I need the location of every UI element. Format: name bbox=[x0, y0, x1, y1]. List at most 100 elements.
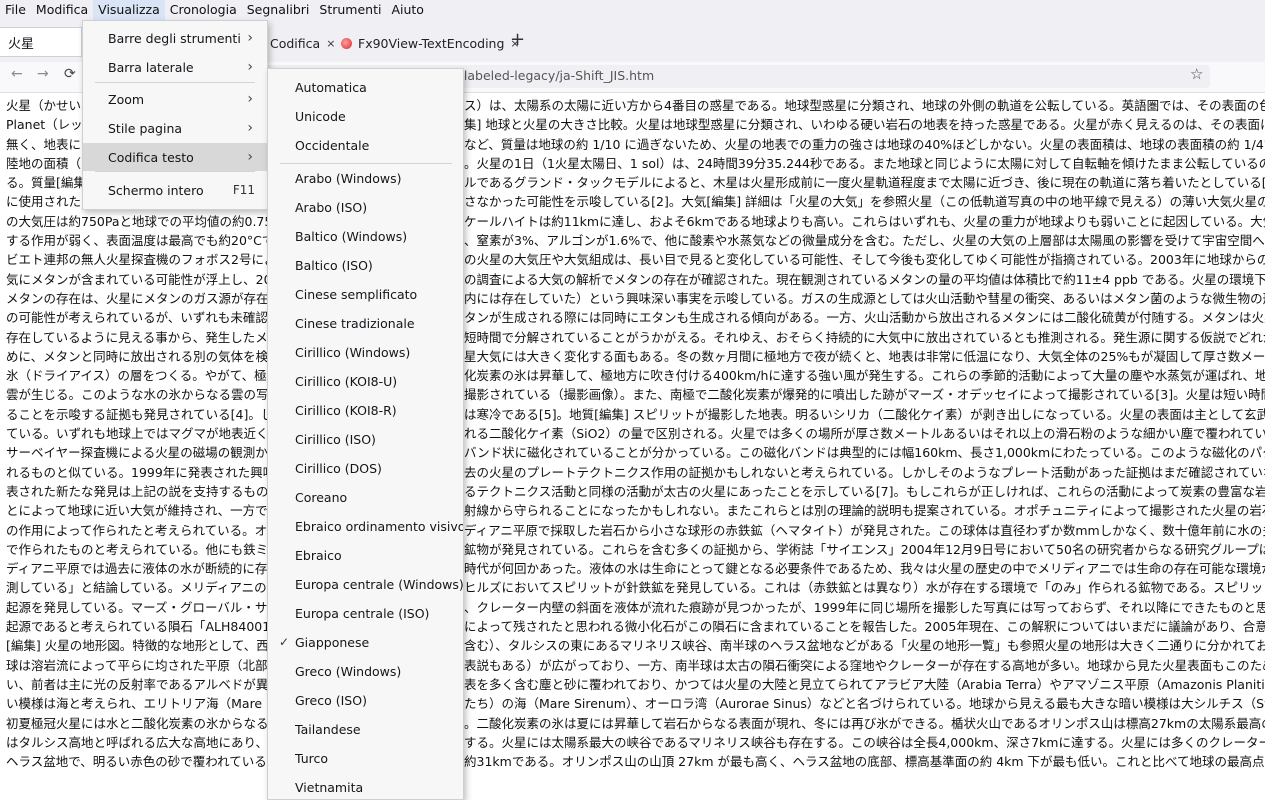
encoding-coreano[interactable]: Coreano bbox=[268, 483, 463, 511]
encoding-occidentale[interactable]: Occidentale bbox=[268, 131, 463, 159]
back-icon[interactable]: ← bbox=[11, 66, 23, 82]
favicon-icon bbox=[341, 37, 352, 49]
menu-separator bbox=[280, 163, 452, 164]
menu-item-text-encoding[interactable]: Codifica testo › bbox=[83, 143, 267, 171]
text-line: 初夏極冠火星には水と二酸化炭素の氷からなる極 。二酸化炭素の氷は夏には昇華して岩石… bbox=[6, 714, 1265, 733]
text-line-left: 火星（かせい、 bbox=[6, 98, 94, 113]
menu-item-label: Cinese tradizionale bbox=[295, 315, 415, 331]
menu-item-shortcut: F11 bbox=[232, 183, 255, 197]
text-line-left: ている。いずれも地球上ではマグマが地表近くで bbox=[6, 426, 281, 442]
text-line-right: は寒冷である[5]。地質[編集] スピリットが撮影した地表。明るいシリカ（二酸化… bbox=[464, 406, 1265, 422]
encoding-cirillico-koi8-r[interactable]: Cirillico (KOI8-R) bbox=[268, 396, 463, 424]
menu-item-toolbars[interactable]: Barre degli strumenti › bbox=[83, 24, 267, 52]
text-line: い、前者は主に光の反射率であるアルベドが異なって 表を多く含む塵と砂に覆われており… bbox=[6, 675, 1265, 694]
encoding-europa-centrale-windows[interactable]: Europa centrale (Windows) bbox=[268, 570, 463, 598]
menu-item-label: Europa centrale (ISO) bbox=[295, 605, 430, 621]
encoding-cirillico-dos[interactable]: Cirillico (DOS) bbox=[268, 454, 463, 482]
menu-modifica[interactable]: Modifica bbox=[31, 0, 93, 20]
new-tab-button[interactable]: + bbox=[510, 29, 525, 50]
text-line-right: 約31kmである。オリンポス山の山頂 27km が最も高く、ヘラス盆地の底部、標… bbox=[464, 754, 1265, 770]
encoding-greco-windows[interactable]: Greco (Windows) bbox=[268, 657, 463, 685]
menu-item-label: Unicode bbox=[295, 108, 346, 124]
encoding-giapponese[interactable]: ✓ Giapponese bbox=[268, 628, 463, 656]
encoding-vietnamita[interactable]: Vietnamita bbox=[268, 773, 463, 799]
url-text: nlabeled-legacy/ja-Shift_JIS.htm bbox=[456, 68, 655, 83]
menu-item-fullscreen[interactable]: Schermo intero F11 bbox=[83, 176, 267, 204]
reload-icon[interactable]: ⟳ bbox=[64, 66, 76, 82]
encoding-ebraico[interactable]: Ebraico bbox=[268, 541, 463, 569]
checkmark-icon: ✓ bbox=[279, 635, 290, 649]
menu-cronologia[interactable]: Cronologia bbox=[165, 0, 242, 20]
menu-item-zoom[interactable]: Zoom › bbox=[83, 85, 267, 113]
menu-item-label: Ebraico bbox=[295, 547, 342, 563]
menu-item-label: Automatica bbox=[295, 79, 367, 95]
text-line-right: るテクトニクス活動と同様の活動が太古の火星にあったことを示している[7]。もしこ… bbox=[464, 483, 1265, 499]
text-line: ている。いずれも地球上ではマグマが地表近くで れる二酸化ケイ素（SiO2）の量で区… bbox=[6, 424, 1265, 443]
menu-item-page-style[interactable]: Stile pagina › bbox=[83, 114, 267, 142]
menu-separator bbox=[95, 171, 255, 172]
encoding-cirillico-koi8-u[interactable]: Cirillico (KOI8-U) bbox=[268, 367, 463, 395]
menu-item-label: Coreano bbox=[295, 489, 348, 505]
menu-strumenti[interactable]: Strumenti bbox=[314, 0, 386, 20]
menu-item-sidebar[interactable]: Barra laterale › bbox=[83, 53, 267, 81]
encoding-arabo-iso[interactable]: Arabo (ISO) bbox=[268, 193, 463, 221]
submenu-arrow-icon: › bbox=[247, 149, 253, 165]
text-line: の大気圧は約750Paと地球での平均値の約0.75% ケールハイトは約11kmに達… bbox=[6, 212, 1265, 231]
text-line: ディアニ平原では過去に液体の水が断続的に存在 時代が何回かあった。液体の水は生命に… bbox=[6, 559, 1265, 578]
encoding-turco[interactable]: Turco bbox=[268, 744, 463, 772]
encoding-europa-centrale-iso[interactable]: Europa centrale (ISO) bbox=[268, 599, 463, 627]
encoding-unicode[interactable]: Unicode bbox=[268, 102, 463, 130]
bookmark-star-icon[interactable]: ☆ bbox=[1190, 65, 1203, 83]
text-line-left: 表された新たな発見は上記の説を支持するもので bbox=[6, 483, 282, 499]
text-line: 表された新たな発見は上記の説を支持するもので るテクトニクス活動と同様の活動が太古… bbox=[6, 482, 1265, 501]
search-input[interactable]: 火星 bbox=[0, 27, 82, 57]
menu-bar: File Modifica Visualizza Cronologia Segnalib… bbox=[0, 0, 1265, 20]
menu-item-label: Codifica testo bbox=[108, 149, 194, 165]
close-tab-icon[interactable]: × bbox=[326, 37, 335, 50]
menu-item-label: Ebraico ordinamento visivo bbox=[295, 518, 464, 534]
menu-item-label: Tailandese bbox=[295, 721, 361, 737]
encoding-baltico-iso[interactable]: Baltico (ISO) bbox=[268, 251, 463, 279]
menu-visualizza[interactable]: Visualizza bbox=[93, 0, 165, 20]
text-line: する作用が弱く、表面温度は最高でも約20°Cであ 、窒素が3%、アルゴンが1.6%… bbox=[6, 231, 1265, 250]
menu-item-label: Cinese semplificato bbox=[295, 286, 418, 302]
menu-file[interactable]: File bbox=[0, 0, 31, 20]
menu-item-label: Stile pagina bbox=[108, 120, 183, 136]
encoding-cinese-semplificato[interactable]: Cinese semplificato bbox=[268, 280, 463, 308]
encoding-greco-iso[interactable]: Greco (ISO) bbox=[268, 686, 463, 714]
tab-fx90view[interactable]: Fx90View-TextEncoding × bbox=[341, 28, 520, 58]
text-line: 起源を発見している。マーズ・グローバル・サーベ 、クレーター内壁の斜面を液体が流れ… bbox=[6, 598, 1265, 617]
text-line-left: ヘラス盆地で、明るい赤色の砂で覆われている。 bbox=[6, 754, 280, 770]
tab-codifica[interactable]: Codifica × bbox=[270, 28, 335, 58]
text-line-left: る。質量[編集 bbox=[6, 175, 86, 191]
encoding-cinese-tradizionale[interactable]: Cinese tradizionale bbox=[268, 309, 463, 337]
text-line-right: 、クレーター内壁の斜面を液体が流れた痕跡が見つかったが、1999年に同じ場所を撮… bbox=[464, 599, 1265, 615]
encoding-cirillico-windows[interactable]: Cirillico (Windows) bbox=[268, 338, 463, 366]
tab-label: Fx90View-TextEncoding bbox=[358, 35, 505, 51]
text-line-left: 測している」と結論している。メリディアニの反 bbox=[6, 580, 280, 596]
text-line: の作用によって作られたと考えられている。オポ ディアニ平原で採取した岩石から小さな… bbox=[6, 521, 1265, 540]
text-line-right: ルであるグランド・タックモデルによると、木星は火星形成前に一度火星軌道程度まで太… bbox=[464, 175, 1265, 191]
text-line: ることを示唆する証拠も発見されている[4]。しか は寒冷である[5]。地質[編集]… bbox=[6, 405, 1265, 424]
menu-item-label: Arabo (ISO) bbox=[295, 199, 368, 215]
menu-aiuto[interactable]: Aiuto bbox=[386, 0, 429, 20]
encoding-baltico-windows[interactable]: Baltico (Windows) bbox=[268, 222, 463, 250]
encoding-automatica[interactable]: Automatica bbox=[268, 73, 463, 101]
text-line-right: 鉱物が発見されている。これらを含む多くの証拠から、学術誌「サイエンス」2004年… bbox=[464, 541, 1265, 557]
encoding-arabo-windows[interactable]: Arabo (Windows) bbox=[268, 164, 463, 192]
text-line-left: はタルシス高地と呼ばれる広大な高地にあり、こ bbox=[6, 734, 281, 750]
forward-icon[interactable]: → bbox=[37, 66, 49, 82]
menu-segnalibri[interactable]: Segnalibri bbox=[242, 0, 315, 20]
text-line-left: 雲が生じる。このような水の氷からなる雲の写真 bbox=[6, 387, 282, 403]
text-line-left: 起源を発見している。マーズ・グローバル・サーベ bbox=[6, 599, 293, 615]
encoding-cirillico-iso[interactable]: Cirillico (ISO) bbox=[268, 425, 463, 453]
text-line: 球は溶岩流によって平らに均された平原（北部平 表説もある）が広がっており、一方、南… bbox=[6, 656, 1265, 675]
encoding-tailandese[interactable]: Tailandese bbox=[268, 715, 463, 743]
encoding-ebraico-ordinamento-visivo[interactable]: Ebraico ordinamento visivo bbox=[268, 512, 463, 540]
text-line-right: 表を多く含む塵と砂に覆われており、かつては火星の大陸と見立てられてアラビア大陸（… bbox=[464, 676, 1265, 692]
text-line: とによって地球に近い大気が維持され、一方で磁 射線から守られることになったかもしれ… bbox=[6, 501, 1265, 520]
text-line: 存在しているように見える事から、発生したメ 短時間で分解されていることがうかがえる… bbox=[6, 328, 1265, 347]
text-line-right: たち）の海（Mare Sirenum）、オーロラ湾（Aurorae Sinus）… bbox=[464, 696, 1265, 712]
menu-item-label: Occidentale bbox=[295, 137, 370, 153]
text-line-left: れるものと似ている。1999年に発表された興味深 bbox=[6, 464, 288, 480]
